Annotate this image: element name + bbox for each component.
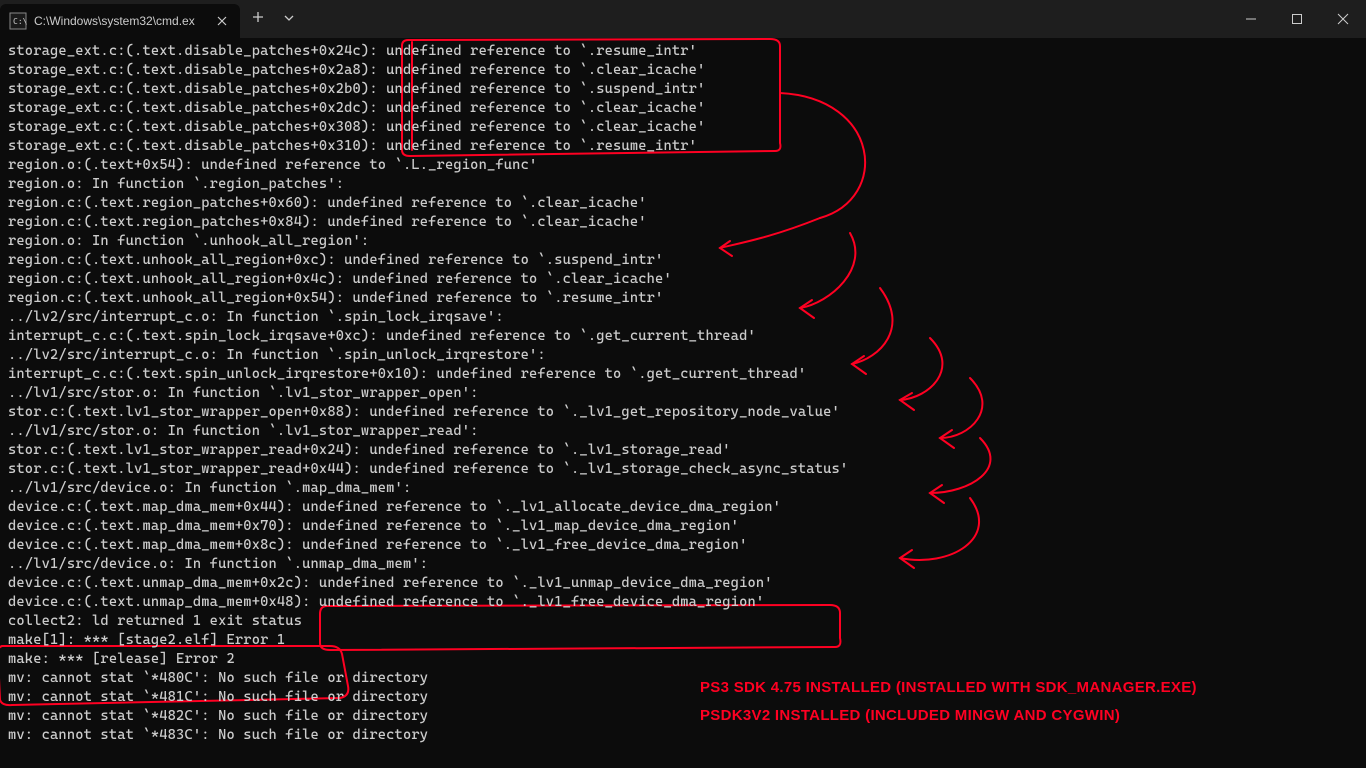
window-controls <box>1228 0 1366 38</box>
tab-dropdown-button[interactable] <box>280 7 298 31</box>
annotation-note-2: PSDK3V2 INSTALLED (INCLUDED MINGW AND CY… <box>700 706 1120 725</box>
terminal-output[interactable]: storage_ext.c:(.text.disable_patches+0x2… <box>0 38 1366 768</box>
minimize-button[interactable] <box>1228 0 1274 38</box>
new-tab-button[interactable] <box>248 7 268 31</box>
annotation-note-1: PS3 SDK 4.75 INSTALLED (INSTALLED WITH S… <box>700 678 1197 697</box>
close-button[interactable] <box>1320 0 1366 38</box>
svg-text:C:\: C:\ <box>13 17 28 26</box>
cmd-icon: C:\ <box>10 13 26 29</box>
maximize-button[interactable] <box>1274 0 1320 38</box>
terminal-text: storage_ext.c:(.text.disable_patches+0x2… <box>8 42 1358 745</box>
tabbar-actions <box>240 0 306 38</box>
tab-close-button[interactable] <box>214 13 230 29</box>
titlebar: C:\ C:\Windows\system32\cmd.ex <box>0 0 1366 38</box>
active-tab[interactable]: C:\ C:\Windows\system32\cmd.ex <box>0 4 240 38</box>
tab-title: C:\Windows\system32\cmd.ex <box>34 14 214 28</box>
